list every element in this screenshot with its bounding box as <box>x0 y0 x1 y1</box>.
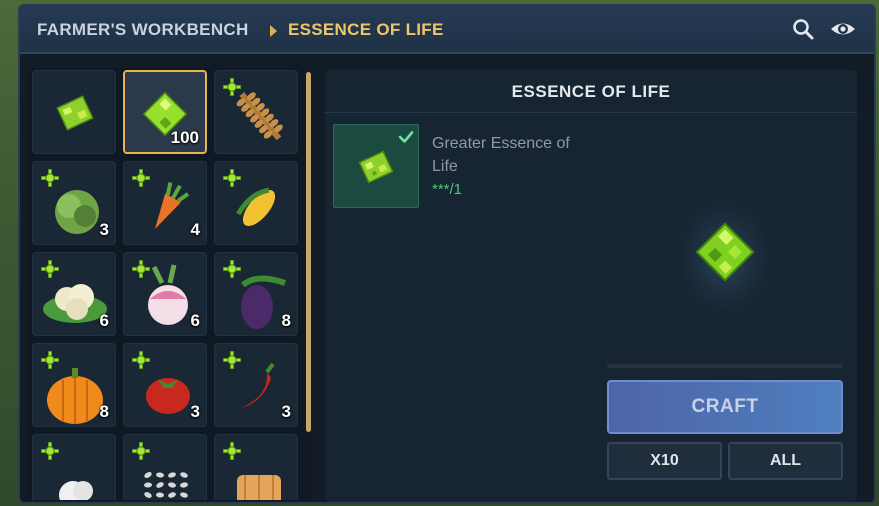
item-count: 100 <box>170 128 199 147</box>
essence-badge-icon <box>223 260 241 278</box>
recipe-title: ESSENCE OF LIFE <box>511 82 671 101</box>
essence-badge-icon <box>132 169 150 187</box>
essence-badge-icon <box>223 351 241 369</box>
grid-item-pumpkin[interactable]: 8 <box>32 343 116 427</box>
item-count: 6 <box>99 311 109 330</box>
item-count: 6 <box>190 311 200 330</box>
essence-of-life-icon <box>56 95 94 131</box>
ingredient-quantity: ***/1 <box>432 181 463 198</box>
item-count: 3 <box>99 220 109 239</box>
craft-all-button[interactable]: ALL <box>728 442 843 480</box>
essence-badge-icon <box>41 260 59 278</box>
result-preview <box>655 170 795 322</box>
scrollbar-thumb[interactable] <box>306 72 311 432</box>
grid-item-greater-essence-of-life[interactable]: 100 <box>123 70 207 154</box>
item-grid: 100 3 4 6 6 8 8 3 3 <box>28 68 304 500</box>
grid-item-cauliflower[interactable]: 6 <box>32 252 116 336</box>
item-count: 4 <box>190 220 200 239</box>
grid-item-essence-of-life[interactable] <box>32 70 116 154</box>
essence-badge-icon <box>223 442 241 460</box>
craft-button[interactable]: CRAFT <box>607 380 843 434</box>
search-icon[interactable] <box>790 16 816 42</box>
ingredient-name: Greater Essence of Life <box>432 135 570 175</box>
essence-badge-icon <box>132 260 150 278</box>
item-count: 3 <box>190 402 200 421</box>
title-bar: FARMER'S WORKBENCH ESSENCE OF LIFE <box>20 6 874 54</box>
grid-item-cotton[interactable] <box>32 434 116 500</box>
grid-item-seeds[interactable] <box>123 434 207 500</box>
item-count: 3 <box>281 402 291 421</box>
grid-item-turnip[interactable]: 6 <box>123 252 207 336</box>
essence-badge-icon <box>41 442 59 460</box>
essence-badge-icon <box>41 351 59 369</box>
craft-progress-bar <box>607 364 843 368</box>
essence-badge-icon <box>223 78 241 96</box>
breadcrumb-current: ESSENCE OF LIFE <box>288 20 444 39</box>
breadcrumb-root[interactable]: FARMER'S WORKBENCH <box>37 20 249 40</box>
check-icon <box>397 128 415 146</box>
grid-item-chili-pepper[interactable]: 3 <box>214 343 298 427</box>
grid-item-corn[interactable] <box>214 161 298 245</box>
essence-badge-icon <box>223 169 241 187</box>
item-count: 8 <box>281 311 291 330</box>
essence-of-life-preview-icon <box>665 178 785 322</box>
essence-badge-icon <box>132 351 150 369</box>
grid-item-carrot[interactable]: 4 <box>123 161 207 245</box>
essence-badge-icon <box>41 169 59 187</box>
grid-item-cabbage[interactable]: 3 <box>32 161 116 245</box>
ingredient-slot[interactable] <box>333 124 419 208</box>
recipe-detail-panel: ESSENCE OF LIFE Greater Essence of Life … <box>325 70 857 502</box>
grid-item-wheat[interactable] <box>214 70 298 154</box>
eye-icon[interactable] <box>828 16 858 42</box>
item-count: 8 <box>99 402 109 421</box>
craft-x10-button[interactable]: X10 <box>607 442 722 480</box>
crafting-window: FARMER'S WORKBENCH ESSENCE OF LIFE 100 3 4… <box>18 4 876 504</box>
grid-item-tomato[interactable]: 3 <box>123 343 207 427</box>
divider <box>325 112 857 113</box>
essence-badge-icon <box>132 442 150 460</box>
grid-item-bread[interactable] <box>214 434 298 500</box>
breadcrumb-chevron-icon <box>270 25 277 37</box>
grid-item-eggplant[interactable]: 8 <box>214 252 298 336</box>
